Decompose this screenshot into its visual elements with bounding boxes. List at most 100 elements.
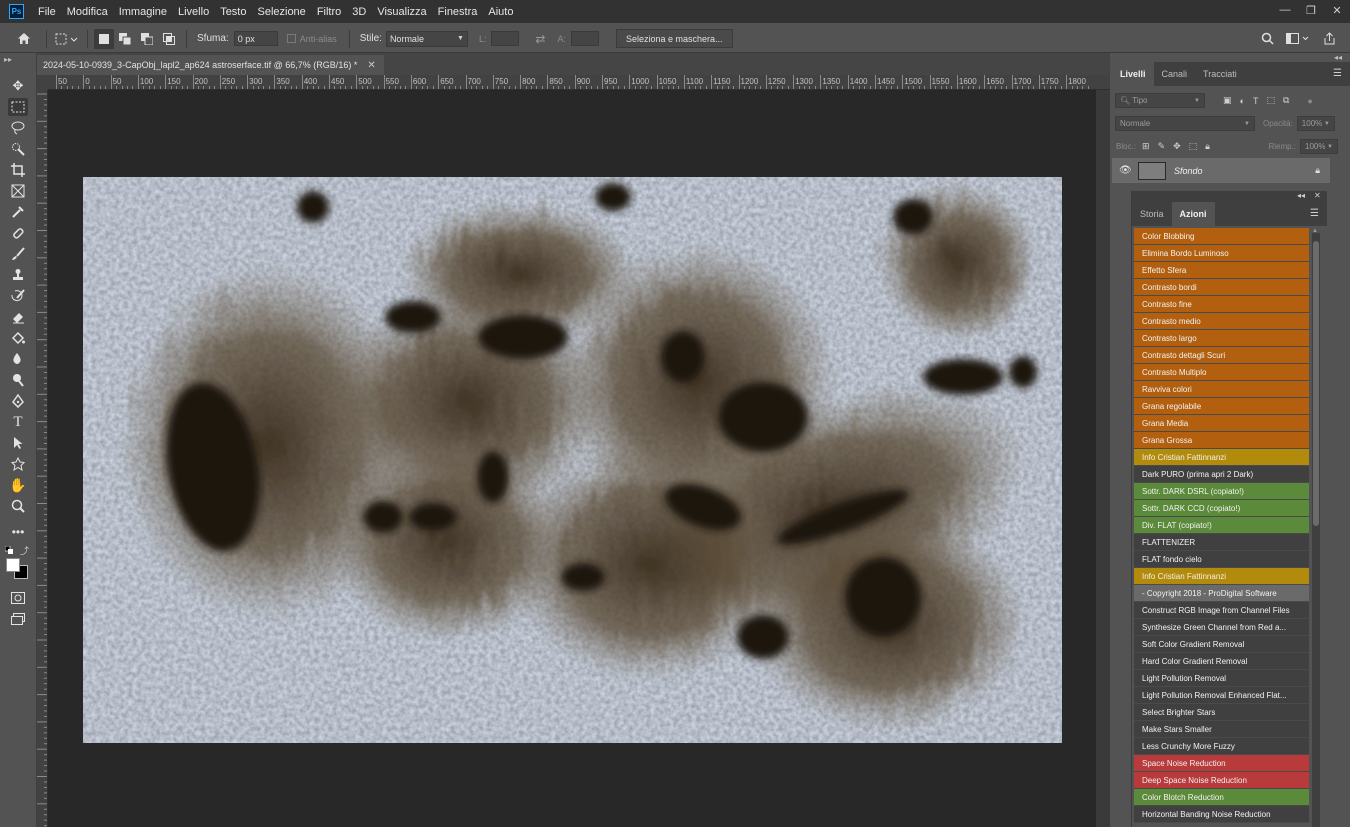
- action-item[interactable]: FLATTENIZER: [1134, 534, 1309, 551]
- action-item[interactable]: Contrasto dettagli Scuri: [1134, 347, 1309, 364]
- action-item[interactable]: Dark PURO (prima apri 2 Dark): [1134, 466, 1309, 483]
- action-item[interactable]: Construct RGB Image from Channel Files: [1134, 602, 1309, 619]
- height-input[interactable]: [570, 31, 599, 46]
- panel-collapse-icon[interactable]: ▸▸: [4, 55, 12, 64]
- eyedropper-tool-icon[interactable]: [8, 203, 28, 221]
- lock-all-icon[interactable]: 🔒︎: [1205, 141, 1210, 152]
- filter-pixel-icon[interactable]: ▣: [1223, 95, 1232, 106]
- feather-input[interactable]: [233, 31, 278, 46]
- action-item[interactable]: Info Cristian Fattinnanzi: [1134, 568, 1309, 585]
- lock-position-icon[interactable]: ✥: [1173, 141, 1181, 152]
- menu-selezione[interactable]: Selezione: [257, 6, 305, 18]
- action-item[interactable]: Grana Grossa: [1134, 432, 1309, 449]
- menu-filtro[interactable]: Filtro: [317, 6, 341, 18]
- horizontal-ruler[interactable]: 50 0 50 100 150 200 250 300 350 400 450 500 550 600 65…: [48, 75, 1110, 90]
- action-item[interactable]: Effetto Sfera: [1134, 262, 1309, 279]
- sunspot-image[interactable]: [83, 177, 1062, 743]
- zoom-tool-icon[interactable]: [8, 497, 28, 515]
- paint-bucket-tool-icon[interactable]: [8, 329, 28, 347]
- menu-visualizza[interactable]: Visualizza: [377, 6, 426, 18]
- menu-modifica[interactable]: Modifica: [67, 6, 108, 18]
- path-selection-tool-icon[interactable]: [8, 434, 28, 452]
- home-icon[interactable]: [14, 32, 34, 45]
- add-selection-icon[interactable]: [114, 32, 136, 45]
- action-item[interactable]: Ravviva colori: [1134, 381, 1309, 398]
- eraser-tool-icon[interactable]: [8, 308, 28, 326]
- action-item[interactable]: Horizontal Banding Noise Reduction: [1134, 806, 1309, 823]
- tab-azioni[interactable]: Azioni: [1171, 202, 1215, 226]
- brush-tool-icon[interactable]: [8, 245, 28, 263]
- action-item[interactable]: Synthesize Green Channel from Red a...: [1134, 619, 1309, 636]
- marquee-tool-icon[interactable]: [8, 98, 28, 116]
- layer-row-sfondo[interactable]: 👁︎ Sfondo 🔒︎: [1112, 158, 1330, 183]
- actions-scrollbar[interactable]: [1312, 233, 1320, 827]
- quick-selection-tool-icon[interactable]: [8, 140, 28, 158]
- action-item[interactable]: Contrasto medio: [1134, 313, 1309, 330]
- tab-storia[interactable]: Storia: [1132, 202, 1172, 226]
- hand-tool-icon[interactable]: ✋: [8, 476, 28, 494]
- screen-mode-icon[interactable]: [8, 610, 28, 628]
- action-item[interactable]: Grana regolabile: [1134, 398, 1309, 415]
- panel-collapse-icon[interactable]: ◂◂: [1297, 191, 1305, 200]
- action-item[interactable]: Elimina Bordo Luminoso: [1134, 245, 1309, 262]
- marquee-preset-icon[interactable]: [53, 33, 81, 45]
- panel-menu-icon[interactable]: ☰: [1310, 208, 1319, 219]
- foreground-color-swatch[interactable]: [6, 558, 20, 572]
- lock-pixels-icon[interactable]: ✎: [1158, 141, 1166, 152]
- menu-livello[interactable]: Livello: [178, 6, 209, 18]
- close-icon[interactable]: ✕: [1324, 0, 1350, 20]
- intersect-selection-icon[interactable]: [158, 32, 180, 45]
- menu-finestra[interactable]: Finestra: [438, 6, 478, 18]
- filter-type-icon[interactable]: T: [1253, 96, 1259, 106]
- action-item[interactable]: Hard Color Gradient Removal: [1134, 653, 1309, 670]
- panel-title-bar[interactable]: ◂◂ ✕: [1132, 191, 1327, 202]
- action-item[interactable]: Contrasto Multiplo: [1134, 364, 1309, 381]
- tab-livelli[interactable]: Livelli: [1112, 62, 1154, 86]
- menu-testo[interactable]: Testo: [220, 6, 246, 18]
- action-item[interactable]: FLAT fondo cielo: [1134, 551, 1309, 568]
- swap-colors-icon[interactable]: ⤴: [20, 544, 29, 557]
- blur-tool-icon[interactable]: [8, 350, 28, 368]
- blend-mode-select[interactable]: Normale ▼: [1115, 116, 1255, 131]
- new-selection-icon[interactable]: [94, 28, 114, 49]
- lasso-tool-icon[interactable]: [8, 119, 28, 137]
- menu-file[interactable]: File: [38, 6, 56, 18]
- workspace-icon[interactable]: [1283, 32, 1313, 45]
- action-item[interactable]: Sottr. DARK CCD (copiato!): [1134, 500, 1309, 517]
- frame-tool-icon[interactable]: [8, 182, 28, 200]
- action-item[interactable]: Info Cristian Fattinnanzi: [1134, 449, 1309, 466]
- swap-dimensions-icon[interactable]: ⇄: [529, 32, 551, 46]
- filter-toggle-icon[interactable]: ●: [1307, 96, 1312, 106]
- action-item[interactable]: Grana Media: [1134, 415, 1309, 432]
- close-icon[interactable]: ✕: [367, 60, 375, 71]
- share-icon[interactable]: [1320, 32, 1338, 45]
- action-item[interactable]: Sottr. DARK DSRL (copiato!): [1134, 483, 1309, 500]
- more-tools-icon[interactable]: •••: [8, 523, 28, 541]
- action-item[interactable]: Contrasto fine: [1134, 296, 1309, 313]
- layer-filter-select[interactable]: 🔍︎ Tipo ▼: [1115, 93, 1205, 108]
- panel-menu-icon[interactable]: ☰: [1333, 68, 1342, 79]
- panel-collapse-icon[interactable]: ◂◂: [1334, 53, 1342, 62]
- width-input[interactable]: [491, 31, 520, 46]
- action-item[interactable]: Make Stars Smaller: [1134, 721, 1309, 738]
- action-item[interactable]: Select Brighter Stars: [1134, 704, 1309, 721]
- action-item[interactable]: Color Blotch Reduction: [1134, 789, 1309, 806]
- fill-input[interactable]: 100% ▼: [1300, 139, 1338, 154]
- action-item[interactable]: - Copyright 2018 - ProDigital Software: [1134, 585, 1309, 602]
- opacity-input[interactable]: 100% ▼: [1296, 116, 1335, 131]
- style-select[interactable]: Normale ▼: [385, 30, 468, 47]
- move-tool-icon[interactable]: ✥: [8, 77, 28, 95]
- action-item[interactable]: Contrasto bordi: [1134, 279, 1309, 296]
- default-colors-icon[interactable]: [4, 545, 13, 554]
- custom-shape-tool-icon[interactable]: [8, 455, 28, 473]
- type-tool-icon[interactable]: T: [8, 413, 28, 431]
- dodge-tool-icon[interactable]: [8, 371, 28, 389]
- action-item[interactable]: Less Crunchy More Fuzzy: [1134, 738, 1309, 755]
- quick-mask-icon[interactable]: [8, 589, 28, 607]
- tab-canali[interactable]: Canali: [1154, 62, 1196, 86]
- action-item[interactable]: Light Pollution Removal Enhanced Flat...: [1134, 687, 1309, 704]
- menu-aiuto[interactable]: Aiuto: [488, 6, 513, 18]
- filter-shape-icon[interactable]: ⬚: [1266, 95, 1275, 106]
- scrollbar-thumb[interactable]: [1313, 241, 1319, 526]
- filter-adjustment-icon[interactable]: ◐: [1240, 96, 1245, 106]
